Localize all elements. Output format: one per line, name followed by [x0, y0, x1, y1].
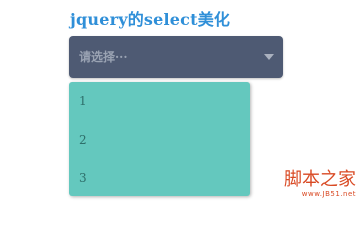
- page-title: jquery的select美化: [70, 10, 231, 29]
- option-label: 2: [79, 133, 87, 147]
- option-label: 1: [79, 94, 87, 108]
- select-dropdown-list: 1 2 3: [69, 82, 250, 196]
- select-option-3[interactable]: 3: [79, 160, 239, 196]
- custom-select[interactable]: 请选择···: [69, 36, 283, 78]
- site-watermark: 脚本之家 www.JB51.net: [284, 169, 356, 199]
- watermark-url: www.JB51.net: [301, 190, 356, 198]
- watermark-name: 脚本之家: [284, 169, 356, 190]
- option-label: 3: [79, 171, 87, 185]
- caret-down-icon: [264, 54, 274, 60]
- select-option-2[interactable]: 2: [79, 122, 239, 158]
- select-option-1[interactable]: 1: [79, 83, 239, 119]
- select-placeholder: 请选择···: [79, 50, 128, 64]
